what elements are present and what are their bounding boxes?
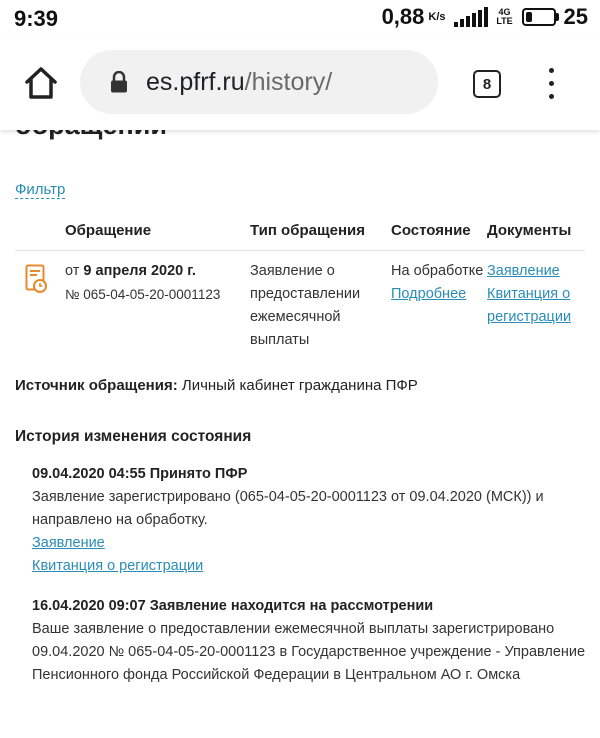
date-prefix: от [65,263,84,279]
source-label: Источник обращения: [15,377,178,394]
status-cell: На обработке Подробнее [391,260,486,306]
url-path: /history/ [244,67,333,96]
column-header-type: Тип обращения [250,222,366,239]
network-speed: 0,88 [381,4,425,29]
filter-link[interactable]: Фильтр [15,181,66,199]
status-text: На обработке [391,263,484,279]
status-indicators: 0,88 K/s 4G LTE 25 [382,4,588,30]
history-entry: 09.04.2020 04:55 Принято ПФР Заявление з… [32,463,587,578]
document-clock-icon [25,264,47,293]
details-link[interactable]: Подробнее [391,286,466,302]
home-button[interactable] [22,64,60,102]
source-value: Личный кабинет гражданина ПФР [177,377,418,394]
battery-icon [521,8,559,26]
status-time: 9:39 [14,6,59,31]
request-type: Заявление о предоставлении ежемесячной в… [250,263,361,348]
status-bar: 9:39 0,88 K/s 4G LTE 25 [0,0,600,38]
column-header-request: Обращение [65,222,152,239]
history-entry-title: 09.04.2020 04:55 Принято ПФР [32,466,248,482]
signal-icon [453,7,488,27]
address-bar[interactable]: es.pfrf.ru/history/ [80,50,438,114]
lock-icon [110,70,128,93]
history-entry-text: Ваше заявление о предоставлении ежемесяч… [32,621,586,683]
table-header: Обращение Тип обращения Состояние Докуме… [15,222,585,251]
url-text: es.pfrf.ru/history/ [146,68,332,97]
column-header-documents: Документы [487,222,572,239]
page-title: обращений [15,130,167,141]
document-link-receipt[interactable]: Квитанция о регистрации [487,286,571,325]
home-icon [25,67,57,99]
history-title: История изменения состояния [15,428,252,445]
history-entry-title: 16.04.2020 09:07 Заявление находится на … [32,598,434,614]
history-entry-text: Заявление зарегистрировано (065-04-05-20… [32,489,544,528]
browser-toolbar: es.pfrf.ru/history/ 8 [0,38,600,130]
request-date: 9 апреля 2020 г. [83,263,196,279]
url-domain: es.pfrf.ru [146,67,245,96]
document-link-application[interactable]: Заявление [487,263,560,279]
tab-switcher-button[interactable]: 8 [473,70,501,98]
history-entry: 16.04.2020 09:07 Заявление находится на … [32,595,587,687]
request-cell: от 9 апреля 2020 г. № 065-04-05-20-00011… [65,260,245,306]
request-number: № 065-04-05-20-0001123 [65,287,221,302]
more-vert-icon[interactable] [545,68,557,100]
network-type: 4G LTE [496,7,513,26]
history-link-application[interactable]: Заявление [32,532,105,555]
request-source: Источник обращения: Личный кабинет гражд… [15,377,418,394]
battery-level: 25 [563,4,588,29]
documents-cell: Заявление Квитанция о регистрации [487,260,597,329]
page-content: обращений Фильтр Обращение Тип обращения… [0,130,600,738]
network-speed-unit: K/s [428,11,446,23]
column-header-status: Состояние [391,222,471,239]
history-link-receipt[interactable]: Квитанция о регистрации [32,555,203,578]
